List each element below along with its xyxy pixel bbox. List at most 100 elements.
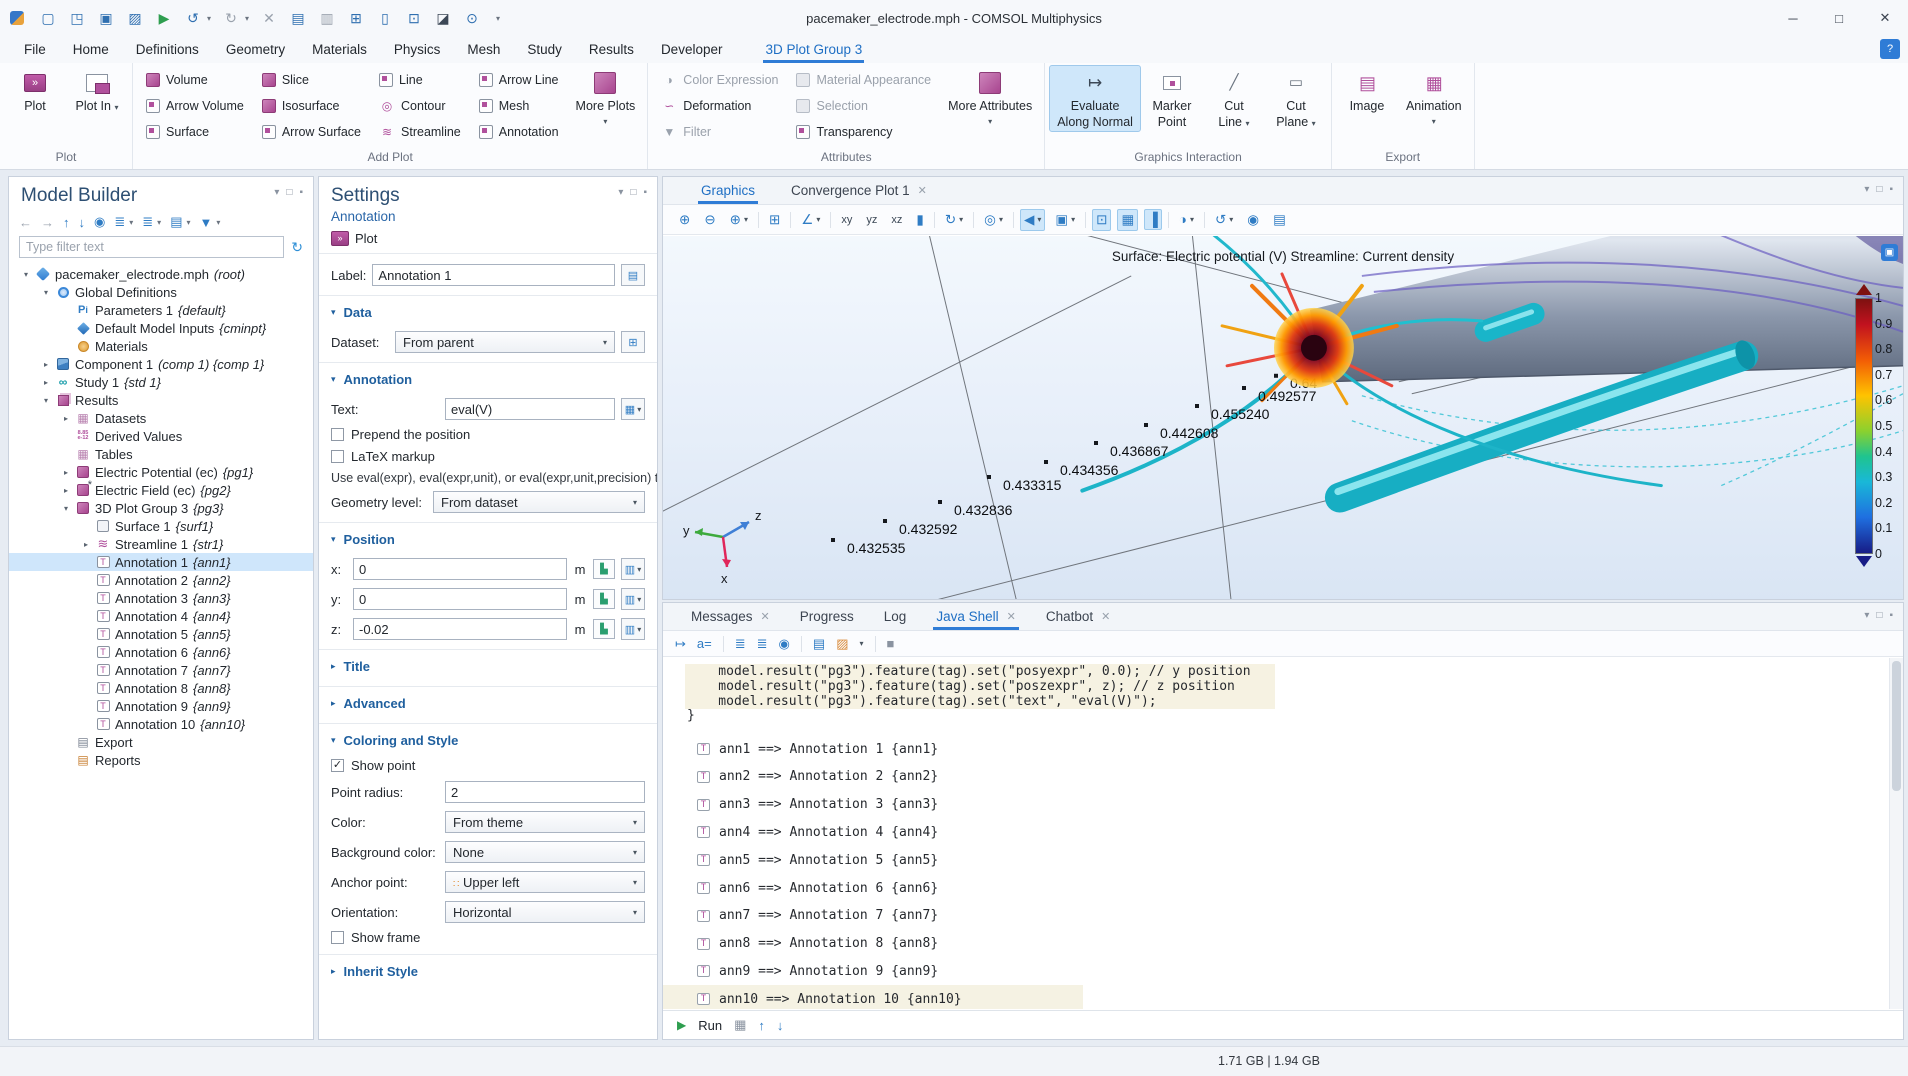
menu-3d-plot-group-3[interactable]: 3D Plot Group 3 bbox=[765, 36, 862, 63]
add-dataset-icon[interactable]: ⊞ bbox=[621, 331, 645, 353]
add-streamline-button[interactable]: ≋Streamline bbox=[379, 121, 461, 142]
tab-convergence-plot-1[interactable]: Convergence Plot 1✕ bbox=[791, 177, 927, 204]
tree-item-global-definitions[interactable]: ▾Global Definitions bbox=[9, 283, 313, 301]
show-frame-checkbox[interactable]: Show frame bbox=[319, 927, 657, 949]
history-down-icon[interactable]: ↓ bbox=[777, 1018, 784, 1033]
save-as-icon[interactable]: ▨ bbox=[126, 10, 144, 27]
shell-output[interactable]: model.result("pg3").feature(tag).set("po… bbox=[663, 658, 1889, 1009]
clear-dropdown-icon[interactable]: ▾ bbox=[859, 639, 863, 648]
section-annotation[interactable]: ▾Annotation bbox=[319, 362, 657, 394]
plot-in-button[interactable]: Plot In ▾ bbox=[66, 65, 128, 118]
add-surface-button[interactable]: Surface bbox=[146, 121, 244, 142]
shell-scrollbar[interactable] bbox=[1889, 658, 1903, 1009]
tree-item-study-1[interactable]: ▸∞Study 1{std 1} bbox=[9, 373, 313, 391]
label-input[interactable] bbox=[372, 264, 615, 286]
tree-item-annotation-7[interactable]: TAnnotation 7{ann7} bbox=[9, 661, 313, 679]
show-point-checkbox[interactable]: ✓Show point bbox=[319, 755, 657, 777]
rotate-view-icon[interactable]: ↻▾ bbox=[941, 209, 967, 231]
qat-overflow-icon[interactable]: ▾ bbox=[496, 14, 500, 23]
add-contour-button[interactable]: ◎Contour bbox=[379, 95, 461, 116]
expression-menu-icon[interactable]: ▦▾ bbox=[621, 398, 645, 420]
marker-point-button[interactable]: Marker Point bbox=[1141, 65, 1203, 132]
add-mesh-button[interactable]: Mesh bbox=[479, 95, 559, 116]
geometry-level-select[interactable]: From dataset▾ bbox=[433, 491, 645, 513]
export-image-button[interactable]: ▤ Image bbox=[1336, 65, 1398, 116]
sound-select-icon[interactable]: ◀▾ bbox=[1020, 209, 1045, 231]
evaluate-along-normal-button[interactable]: ↦ Evaluate Along Normal bbox=[1049, 65, 1141, 132]
open-file-icon[interactable]: ◳ bbox=[68, 10, 86, 27]
select-box-icon[interactable]: ⊡ bbox=[405, 10, 423, 27]
filter-tree-icon[interactable]: ▼ bbox=[200, 215, 213, 230]
orientation-select[interactable]: Horizontal▾ bbox=[445, 901, 645, 923]
latex-markup-checkbox[interactable]: LaTeX markup bbox=[319, 446, 657, 468]
close-tab-icon[interactable]: ✕ bbox=[761, 610, 770, 623]
dataset-select[interactable]: From parent▾ bbox=[395, 331, 615, 353]
tab-java-shell[interactable]: Java Shell✕ bbox=[936, 603, 1016, 630]
transparency-view-icon[interactable]: ▣▾ bbox=[1051, 209, 1079, 231]
zoom-extents-icon[interactable]: ⊞ bbox=[765, 209, 784, 231]
tree-item-parameters[interactable]: PiParameters 1{default} bbox=[9, 301, 313, 319]
show-hidden-icon[interactable]: ◉ bbox=[779, 636, 790, 652]
point-radius-input[interactable] bbox=[445, 781, 645, 803]
run-icon[interactable]: ▶ bbox=[155, 10, 173, 27]
export-animation-button[interactable]: ▦ Animation ▾ bbox=[1398, 65, 1470, 132]
z-input[interactable] bbox=[353, 618, 567, 640]
add-line-button[interactable]: Line bbox=[379, 69, 461, 90]
tab-chatbot[interactable]: Chatbot✕ bbox=[1046, 603, 1111, 630]
panel-pin-icon[interactable]: ▪ bbox=[1889, 610, 1893, 621]
panel-menu-icon[interactable]: ▾ bbox=[274, 187, 279, 198]
tree-item-annotation-10[interactable]: TAnnotation 10{ann10} bbox=[9, 715, 313, 733]
add-isosurface-button[interactable]: Isosurface bbox=[262, 95, 361, 116]
tree-item-annotation-1[interactable]: TAnnotation 1{ann1} bbox=[9, 553, 313, 571]
run-icon[interactable]: ▶ bbox=[677, 1018, 686, 1032]
view-xy-icon[interactable]: xy bbox=[837, 211, 856, 229]
cut-line-button[interactable]: ╱ Cut Line ▾ bbox=[1203, 65, 1265, 134]
expand-all-icon[interactable]: ≣ bbox=[142, 214, 153, 230]
close-tab-icon[interactable]: ✕ bbox=[1007, 610, 1016, 623]
zoom-in-icon[interactable]: ⊕ bbox=[675, 209, 694, 231]
move-down-icon[interactable]: ↓ bbox=[79, 215, 86, 230]
menu-home[interactable]: Home bbox=[73, 42, 109, 57]
menu-file[interactable]: File bbox=[24, 42, 46, 57]
forward-icon[interactable]: → bbox=[41, 215, 54, 230]
tree-item-annotation-9[interactable]: TAnnotation 9{ann9} bbox=[9, 697, 313, 715]
tab-messages[interactable]: Messages✕ bbox=[691, 603, 770, 630]
tree-item-3d-plot-group-3[interactable]: ▾3D Plot Group 3{pg3} bbox=[9, 499, 313, 517]
paste-icon[interactable]: ▥ bbox=[318, 10, 336, 27]
panel-float-icon[interactable]: □ bbox=[1876, 610, 1882, 621]
help-icon[interactable]: ? bbox=[1880, 39, 1900, 59]
cut-plane-button[interactable]: ▭ Cut Plane ▾ bbox=[1265, 65, 1327, 134]
tree-item-results[interactable]: ▾Results bbox=[9, 391, 313, 409]
copy-icon[interactable]: ▤ bbox=[289, 10, 307, 27]
menu-developer[interactable]: Developer bbox=[661, 42, 723, 57]
color-expression-button[interactable]: ◑Color Expression bbox=[661, 69, 778, 90]
annotation-text-input[interactable] bbox=[445, 398, 615, 420]
expand-dropdown-icon[interactable]: ▾ bbox=[157, 218, 161, 227]
scene-light-icon[interactable]: ◎▾ bbox=[980, 209, 1007, 231]
more-plots-button[interactable]: More Plots▾ bbox=[568, 65, 644, 132]
filter-dropdown-icon[interactable]: ▾ bbox=[216, 218, 220, 227]
indent-more-icon[interactable]: ≣ bbox=[735, 636, 746, 652]
tree-item-annotation-2[interactable]: TAnnotation 2{ann2} bbox=[9, 571, 313, 589]
tree-item-electric-field[interactable]: ▸Electric Field (ec){pg2} bbox=[9, 481, 313, 499]
x-input[interactable] bbox=[353, 558, 567, 580]
panel-float-icon[interactable]: □ bbox=[630, 187, 636, 198]
deformation-button[interactable]: ∽Deformation bbox=[661, 95, 778, 116]
cut-icon[interactable]: ✕ bbox=[260, 10, 278, 27]
anchor-point-select[interactable]: ∷ Upper left▾ bbox=[445, 871, 645, 893]
section-title[interactable]: ▸Title bbox=[319, 649, 657, 681]
add-volume-button[interactable]: Volume bbox=[146, 69, 244, 90]
show-icon[interactable]: ◉ bbox=[94, 214, 105, 230]
indent-less-icon[interactable]: ≣ bbox=[757, 636, 768, 652]
close-tab-icon[interactable]: ✕ bbox=[1101, 610, 1110, 623]
plot-settings-icon[interactable]: ⊡ bbox=[1092, 209, 1111, 231]
colorbar-toggle-icon[interactable]: ▐ bbox=[1144, 209, 1162, 230]
filter-button[interactable]: ▼Filter bbox=[661, 121, 778, 142]
delete-icon[interactable]: ▯ bbox=[376, 10, 394, 27]
undo-icon[interactable]: ↺ bbox=[184, 10, 202, 27]
tree-item-surface-1[interactable]: Surface 1{surf1} bbox=[9, 517, 313, 535]
update-plot-icon[interactable]: ↺▾ bbox=[1211, 209, 1237, 231]
redo-icon[interactable]: ↻ bbox=[222, 10, 240, 27]
app-icon[interactable] bbox=[10, 11, 24, 25]
tree-item-default-model-inputs[interactable]: Default Model Inputs{cminpt} bbox=[9, 319, 313, 337]
